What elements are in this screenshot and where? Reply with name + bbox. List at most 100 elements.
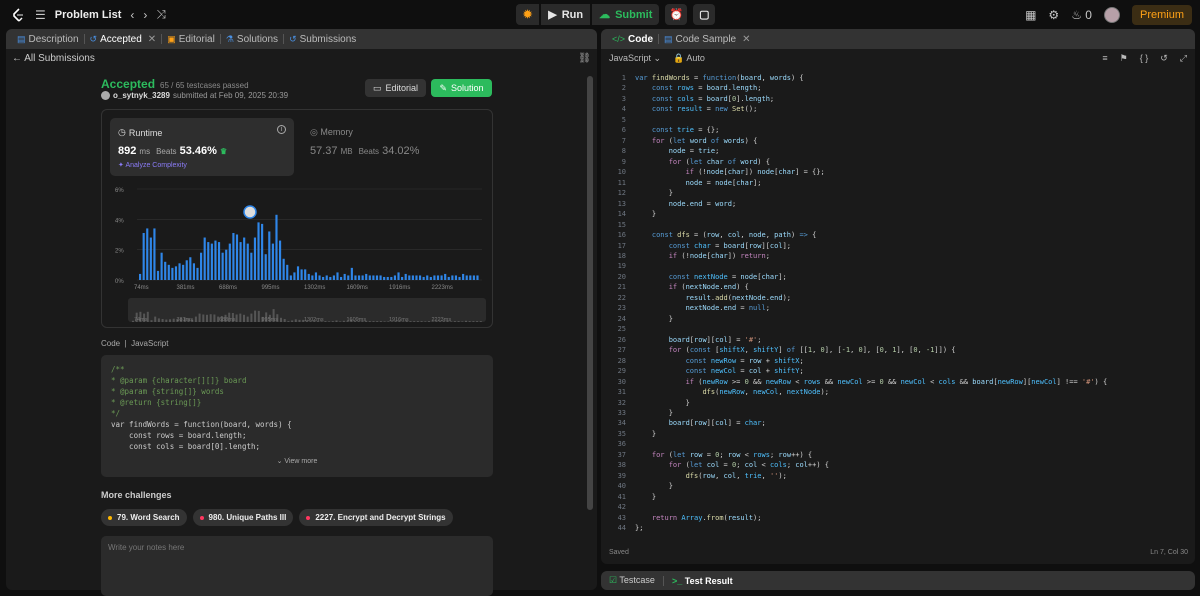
timer-button[interactable]: ⏰: [665, 4, 688, 25]
settings-gear-icon[interactable]: ⚙: [1048, 8, 1059, 22]
testcases-passed: 65 / 65 testcases passed: [160, 81, 249, 90]
chart-bar: [372, 275, 375, 280]
challenge-chip[interactable]: 79. Word Search: [101, 509, 187, 526]
line-number: 18: [617, 251, 626, 260]
line-number: 26: [617, 335, 626, 344]
problem-list-link[interactable]: Problem List: [55, 9, 122, 21]
streak-counter[interactable]: ♨ 0: [1071, 8, 1092, 22]
user-avatar[interactable]: [1103, 6, 1120, 23]
bookmark-icon[interactable]: ⚑: [1120, 53, 1128, 64]
expand-icon[interactable]: ⤢: [1180, 53, 1187, 64]
overview-bar: [342, 320, 345, 322]
submit-button[interactable]: ☁ Submit: [592, 4, 660, 25]
code-text: * @param {character[][]} board: [111, 376, 247, 385]
tab-label: Accepted: [100, 33, 142, 45]
chart-bar: [375, 275, 379, 280]
overview-bar: [235, 314, 238, 322]
chart-bar: [289, 275, 292, 280]
link-icon[interactable]: ⛓: [578, 53, 591, 64]
close-icon[interactable]: ✕: [742, 34, 750, 45]
document-icon: ▤: [17, 33, 26, 44]
overview-bar: [424, 321, 427, 322]
challenge-chip[interactable]: 2227. Encrypt and Decrypt Strings: [299, 509, 453, 526]
chart-bar: [300, 269, 303, 280]
tab-code-sample[interactable]: ▤ Code Sample ✕: [659, 29, 756, 49]
close-icon[interactable]: ✕: [148, 34, 156, 45]
overview-bar: [206, 314, 208, 322]
chart-bar: [390, 276, 393, 280]
overview-bar: [246, 316, 249, 322]
chevron-right-icon[interactable]: ›: [143, 8, 147, 22]
overview-bar: [376, 321, 379, 322]
overview-bar: [254, 310, 257, 322]
shuffle-icon[interactable]: ⤨: [156, 7, 166, 22]
username[interactable]: o_sytnyk_3289: [113, 91, 170, 100]
chevron-left-icon[interactable]: ‹: [130, 8, 134, 22]
chart-bar: [210, 243, 213, 280]
chart-bar: [182, 264, 185, 280]
chart-bar: [296, 266, 300, 280]
editorial-button[interactable]: ▭ Editorial: [365, 79, 426, 97]
leetcode-logo-icon[interactable]: [10, 7, 26, 23]
back-to-submissions[interactable]: ← All Submissions: [12, 53, 95, 64]
auto-mode[interactable]: 🔒 Auto: [673, 53, 705, 64]
overview-tick-label: 688ms: [219, 317, 236, 323]
overview-bar: [243, 314, 245, 322]
chart-bar: [282, 258, 285, 280]
line-number: 3: [621, 94, 626, 103]
format-icon[interactable]: ≡: [1102, 53, 1107, 63]
overview-bar: [383, 321, 386, 322]
chart-bar: [160, 252, 163, 280]
line-number: 40: [617, 482, 626, 491]
braces-icon[interactable]: { }: [1140, 53, 1149, 63]
x-tick-label: 2223ms: [432, 285, 453, 291]
line-number: 21: [617, 283, 626, 292]
notes-input[interactable]: Write your notes here: [101, 536, 493, 596]
run-button[interactable]: ▶ Run: [541, 4, 591, 25]
line-number: 25: [617, 325, 626, 334]
layout-grid-icon[interactable]: ▦: [1025, 8, 1036, 22]
tab-code[interactable]: </> Code: [607, 29, 658, 49]
tab-solutions[interactable]: ⚗ Solutions: [221, 29, 283, 49]
reset-icon[interactable]: ↺: [1160, 53, 1168, 64]
tab-description[interactable]: ▤ Description: [12, 29, 84, 49]
tab-test-result[interactable]: >_ Test Result: [672, 576, 733, 586]
flask-icon: ⚗: [225, 33, 234, 44]
tab-submissions[interactable]: ↺ Submissions: [284, 29, 361, 49]
tab-editorial[interactable]: ▣ Editorial: [162, 29, 220, 49]
list-icon[interactable]: ☰: [35, 8, 46, 22]
chart-bar: [318, 275, 321, 280]
overview-bar: [157, 318, 160, 322]
debug-button[interactable]: ✹: [516, 4, 540, 25]
overview-bar: [416, 321, 419, 322]
overview-bar: [465, 320, 467, 322]
view-more-button[interactable]: ⌄ View more: [101, 456, 493, 467]
code-editor[interactable]: var findWords = function(board, words) {…: [635, 73, 1107, 534]
chart-bar: [146, 228, 149, 280]
line-number: 41: [617, 492, 626, 501]
chart-bar: [278, 240, 282, 280]
overview-tick-label: 2223ms: [432, 317, 452, 323]
code-line: * @return {string[]}: [111, 398, 202, 407]
notes-button[interactable]: ▢: [693, 4, 716, 25]
chart-bar: [139, 273, 142, 280]
premium-button[interactable]: Premium: [1131, 4, 1192, 25]
challenge-chip[interactable]: 980. Unique Paths III: [192, 509, 294, 526]
chart-bar: [332, 275, 335, 280]
line-number: 9: [621, 157, 626, 166]
tab-testcase[interactable]: ☑ Testcase: [609, 575, 655, 586]
tab-accepted[interactable]: ↺ Accepted ✕: [85, 29, 162, 49]
line-number: 5: [621, 115, 626, 124]
language-select[interactable]: JavaScript ⌄: [609, 53, 661, 64]
line-number: 16: [617, 231, 626, 240]
left-scrollbar[interactable]: [587, 76, 593, 510]
overview-tick-label: 74ms: [134, 317, 148, 323]
solution-button[interactable]: ✎ Solution: [431, 79, 492, 97]
x-tick-label: 1609ms: [347, 285, 368, 291]
history-icon: ↺: [89, 33, 98, 44]
line-number: 15: [617, 220, 626, 229]
line-number: 8: [621, 147, 626, 156]
top-left-group: ☰ Problem List ‹ › ⤨: [10, 0, 166, 29]
line-number: 38: [617, 461, 626, 470]
chart-bar: [203, 237, 206, 280]
